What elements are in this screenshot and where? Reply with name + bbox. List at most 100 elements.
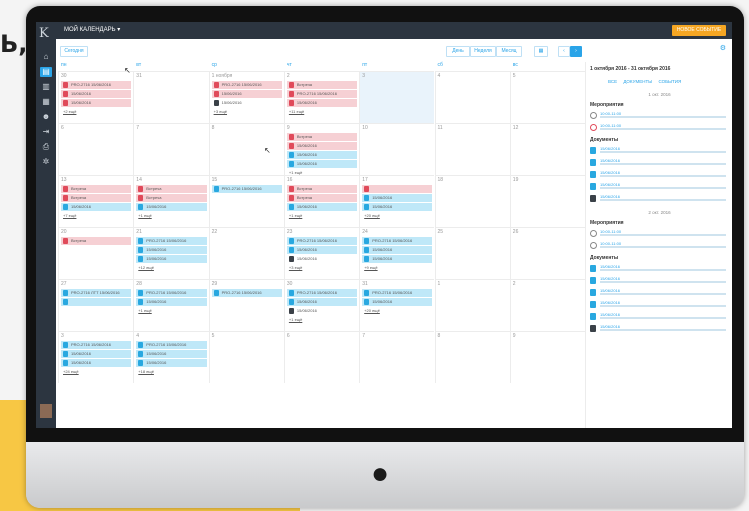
calendar-event[interactable]: 15/06/2016	[362, 194, 433, 202]
calendar-day-cell[interactable]: 24 PRO-2716 15/06/2016 15/06/2016 15/06/201…	[359, 227, 435, 279]
calendar-event[interactable]: PRO-2716 15/06/2016	[136, 237, 207, 245]
calendar-day-cell[interactable]: 8	[208, 123, 284, 175]
calendar-event[interactable]: 15/06/2016	[136, 255, 207, 263]
calendar-event[interactable]: 15/06/2016	[287, 255, 357, 263]
agenda-item[interactable]: 15/06/2016	[590, 194, 726, 204]
agenda-item[interactable]: 10:00-11:00	[590, 111, 726, 121]
more-events-link[interactable]: +3 ещё	[214, 109, 227, 114]
calendar-event[interactable]: 15/06/2016	[136, 359, 207, 367]
calendar-event[interactable]: 15/06/2016	[286, 142, 358, 150]
calendar-day-cell[interactable]: 7	[359, 331, 435, 383]
calendar-day-cell[interactable]: 20 Встреча	[58, 227, 134, 279]
calendar-day-cell[interactable]: 22	[208, 227, 284, 279]
tab-events[interactable]: СОБЫТИЯ	[658, 79, 681, 84]
calendar-event[interactable]: PRO-2716 ЛТТ 15/06/2016	[61, 289, 132, 297]
settings-icon[interactable]: ✲	[40, 157, 52, 167]
more-events-link[interactable]: +1 ещё	[289, 317, 302, 322]
calendar-picker-icon[interactable]: ▦	[534, 46, 548, 57]
calendar-day-cell[interactable]: 2 Встреча PRO-2716 15/06/2016 15/06/2016 +11…	[283, 71, 360, 123]
calendar-day-cell[interactable]: 6	[283, 331, 360, 383]
calendar-day-cell[interactable]: 12	[509, 123, 586, 175]
calendar-event[interactable]: Встреча	[286, 194, 358, 202]
more-events-link[interactable]: +11 ещё	[289, 109, 304, 114]
calendar-event[interactable]	[61, 298, 132, 306]
more-events-link[interactable]: +20 ещё	[364, 213, 380, 218]
calendar-day-cell[interactable]: 4 PRO-2716 15/06/2016 15/06/2016 15/06/2016…	[133, 331, 209, 383]
calendar-day-cell[interactable]: 23 PRO-2716 15/06/2016 15/06/2016 15/06/201…	[283, 227, 360, 279]
calendar-event[interactable]: 15/06/2016	[136, 203, 207, 211]
tab-documents[interactable]: ДОКУМЕНТЫ	[623, 79, 652, 84]
more-events-link[interactable]: +20 ещё	[364, 308, 380, 313]
calendar-day-cell[interactable]: 14 Встреча Встреча 15/06/2016 +1 ещё	[133, 175, 209, 227]
calendar-day-cell[interactable]: 17 15/06/2016 15/06/2016 +20 ещё	[359, 175, 435, 227]
calendar-day-cell[interactable]: 11	[434, 123, 510, 175]
chart-icon[interactable]: ▥	[40, 82, 52, 92]
calendar-event[interactable]: Встреча	[136, 185, 207, 193]
calendar-event[interactable]: 15/06/2016	[286, 246, 358, 254]
calendar-day-cell[interactable]: 8	[434, 331, 510, 383]
calendar-day-cell[interactable]: 28 PRO-2716 15/06/2016 15/06/2016 +1 ещё	[133, 279, 209, 331]
calendar-day-cell[interactable]: 13 Встреча Встреча 15/06/2016 +7 ещё	[58, 175, 134, 227]
calendar-event[interactable]	[362, 185, 433, 193]
calendar-day-cell[interactable]: 30 PRO-2716 15/06/2016 15/06/2016 15/06/201…	[283, 279, 360, 331]
calendar-event[interactable]: 15/06/2016	[362, 255, 433, 263]
calendar-day-cell[interactable]: 29 PRO-2716 15/06/2016	[208, 279, 284, 331]
calendar-event[interactable]: PRO-2716 15/06/2016	[211, 81, 282, 89]
calendar-event[interactable]: Встреча	[136, 194, 207, 202]
calendar-day-cell[interactable]: 31 PRO-2716 15/06/2016 15/06/2016 +20 ещё	[359, 279, 435, 331]
calendar-event[interactable]: Встреча	[61, 194, 132, 202]
calendar-day-cell[interactable]: 15 PRO-2716 15/06/2016	[208, 175, 284, 227]
agenda-item[interactable]: 15/06/2016	[590, 158, 726, 168]
calendar-icon[interactable]: ▦	[40, 97, 52, 107]
calendar-selector[interactable]: МОЙ КАЛЕНДАРЬ ▾	[64, 26, 120, 33]
new-event-button[interactable]: НОВОЕ СОБЫТИЕ	[672, 25, 726, 36]
calendar-event[interactable]: 15/06/2016	[286, 151, 358, 159]
calendar-event[interactable]: 15/06/2016	[286, 160, 358, 168]
calendar-event[interactable]: 15/06/2016	[287, 307, 357, 315]
printer-icon[interactable]: ⎙	[40, 142, 52, 152]
calendar-event[interactable]: 15/06/2016	[212, 99, 282, 107]
calendar-event[interactable]: Встреча	[61, 185, 132, 193]
calendar-event[interactable]: Встреча	[286, 185, 358, 193]
calendar-event[interactable]: PRO-2716 15/06/2016	[136, 341, 207, 349]
calendar-event[interactable]: PRO-2716 15/06/2016	[286, 289, 358, 297]
calendar-event[interactable]: PRO-2716 15/06/2016	[286, 237, 358, 245]
calendar-event[interactable]: 15/06/2016	[362, 246, 433, 254]
more-events-link[interactable]: +2 ещё	[63, 109, 76, 114]
calendar-event[interactable]: 15/06/2016	[61, 359, 132, 367]
calendar-event[interactable]: Встреча	[61, 237, 132, 245]
calendar-day-cell[interactable]: 25	[434, 227, 510, 279]
calendar-event[interactable]: 15/06/2016	[61, 90, 132, 98]
agenda-item[interactable]: 15/06/2016	[590, 182, 726, 192]
calendar-event[interactable]: 15/06/2016	[136, 298, 207, 306]
calendar-event[interactable]: 15/06/2016	[362, 203, 433, 211]
agenda-item[interactable]: 10:00-11:00	[590, 123, 726, 133]
calendar-event[interactable]: 15/06/2016	[362, 298, 433, 306]
calendar-event[interactable]: PRO-2716 15/06/2016	[61, 81, 132, 89]
agenda-item[interactable]: 15/06/2016	[590, 324, 726, 334]
calendar-day-cell[interactable]: 1 ноября PRO-2716 15/06/2016 15/06/2016 15/…	[208, 71, 284, 123]
calendar-event[interactable]: 15/06/2016	[61, 203, 132, 211]
calendar-day-cell[interactable]: 6	[58, 123, 134, 175]
calendar-day-cell[interactable]: 21 PRO-2716 15/06/2016 15/06/2016 15/06/201…	[133, 227, 209, 279]
calendar-event[interactable]: PRO-2716 15/06/2016	[61, 341, 132, 349]
calendar-day-cell[interactable]: 5	[509, 71, 586, 123]
agenda-item[interactable]: 15/06/2016	[590, 146, 726, 156]
calendar-event[interactable]: 15/06/2016	[136, 246, 207, 254]
calendar-day-cell[interactable]: 30 PRO-2716 15/06/2016 15/06/2016 15/06/201…	[58, 71, 134, 123]
agenda-item[interactable]: 10:00-11:00	[590, 241, 726, 251]
calendar-event[interactable]: 15/06/2016	[136, 350, 207, 358]
agenda-item[interactable]: 15/06/2016	[590, 264, 726, 274]
calendar-day-cell[interactable]: 19	[509, 175, 586, 227]
avatar[interactable]	[40, 404, 52, 418]
calendar-day-cell[interactable]: 3 PRO-2716 15/06/2016 15/06/2016 15/06/2016…	[58, 331, 134, 383]
agenda-item[interactable]: 15/06/2016	[590, 288, 726, 298]
app-logo[interactable]: K	[39, 26, 49, 41]
agenda-item[interactable]: 15/06/2016	[590, 170, 726, 180]
calendar-day-cell[interactable]: 9 Встреча 15/06/2016 15/06/2016 15/06/2016 +1…	[283, 123, 360, 175]
view-week-button[interactable]: Неделя	[470, 46, 496, 57]
more-events-link[interactable]: +1 ещё	[138, 213, 151, 218]
calendar-event[interactable]: PRO-2716 15/06/2016	[211, 185, 282, 193]
calendar-event[interactable]: PRO-2716 15/06/2016	[362, 237, 433, 245]
more-events-link[interactable]: +7 ещё	[63, 213, 76, 218]
